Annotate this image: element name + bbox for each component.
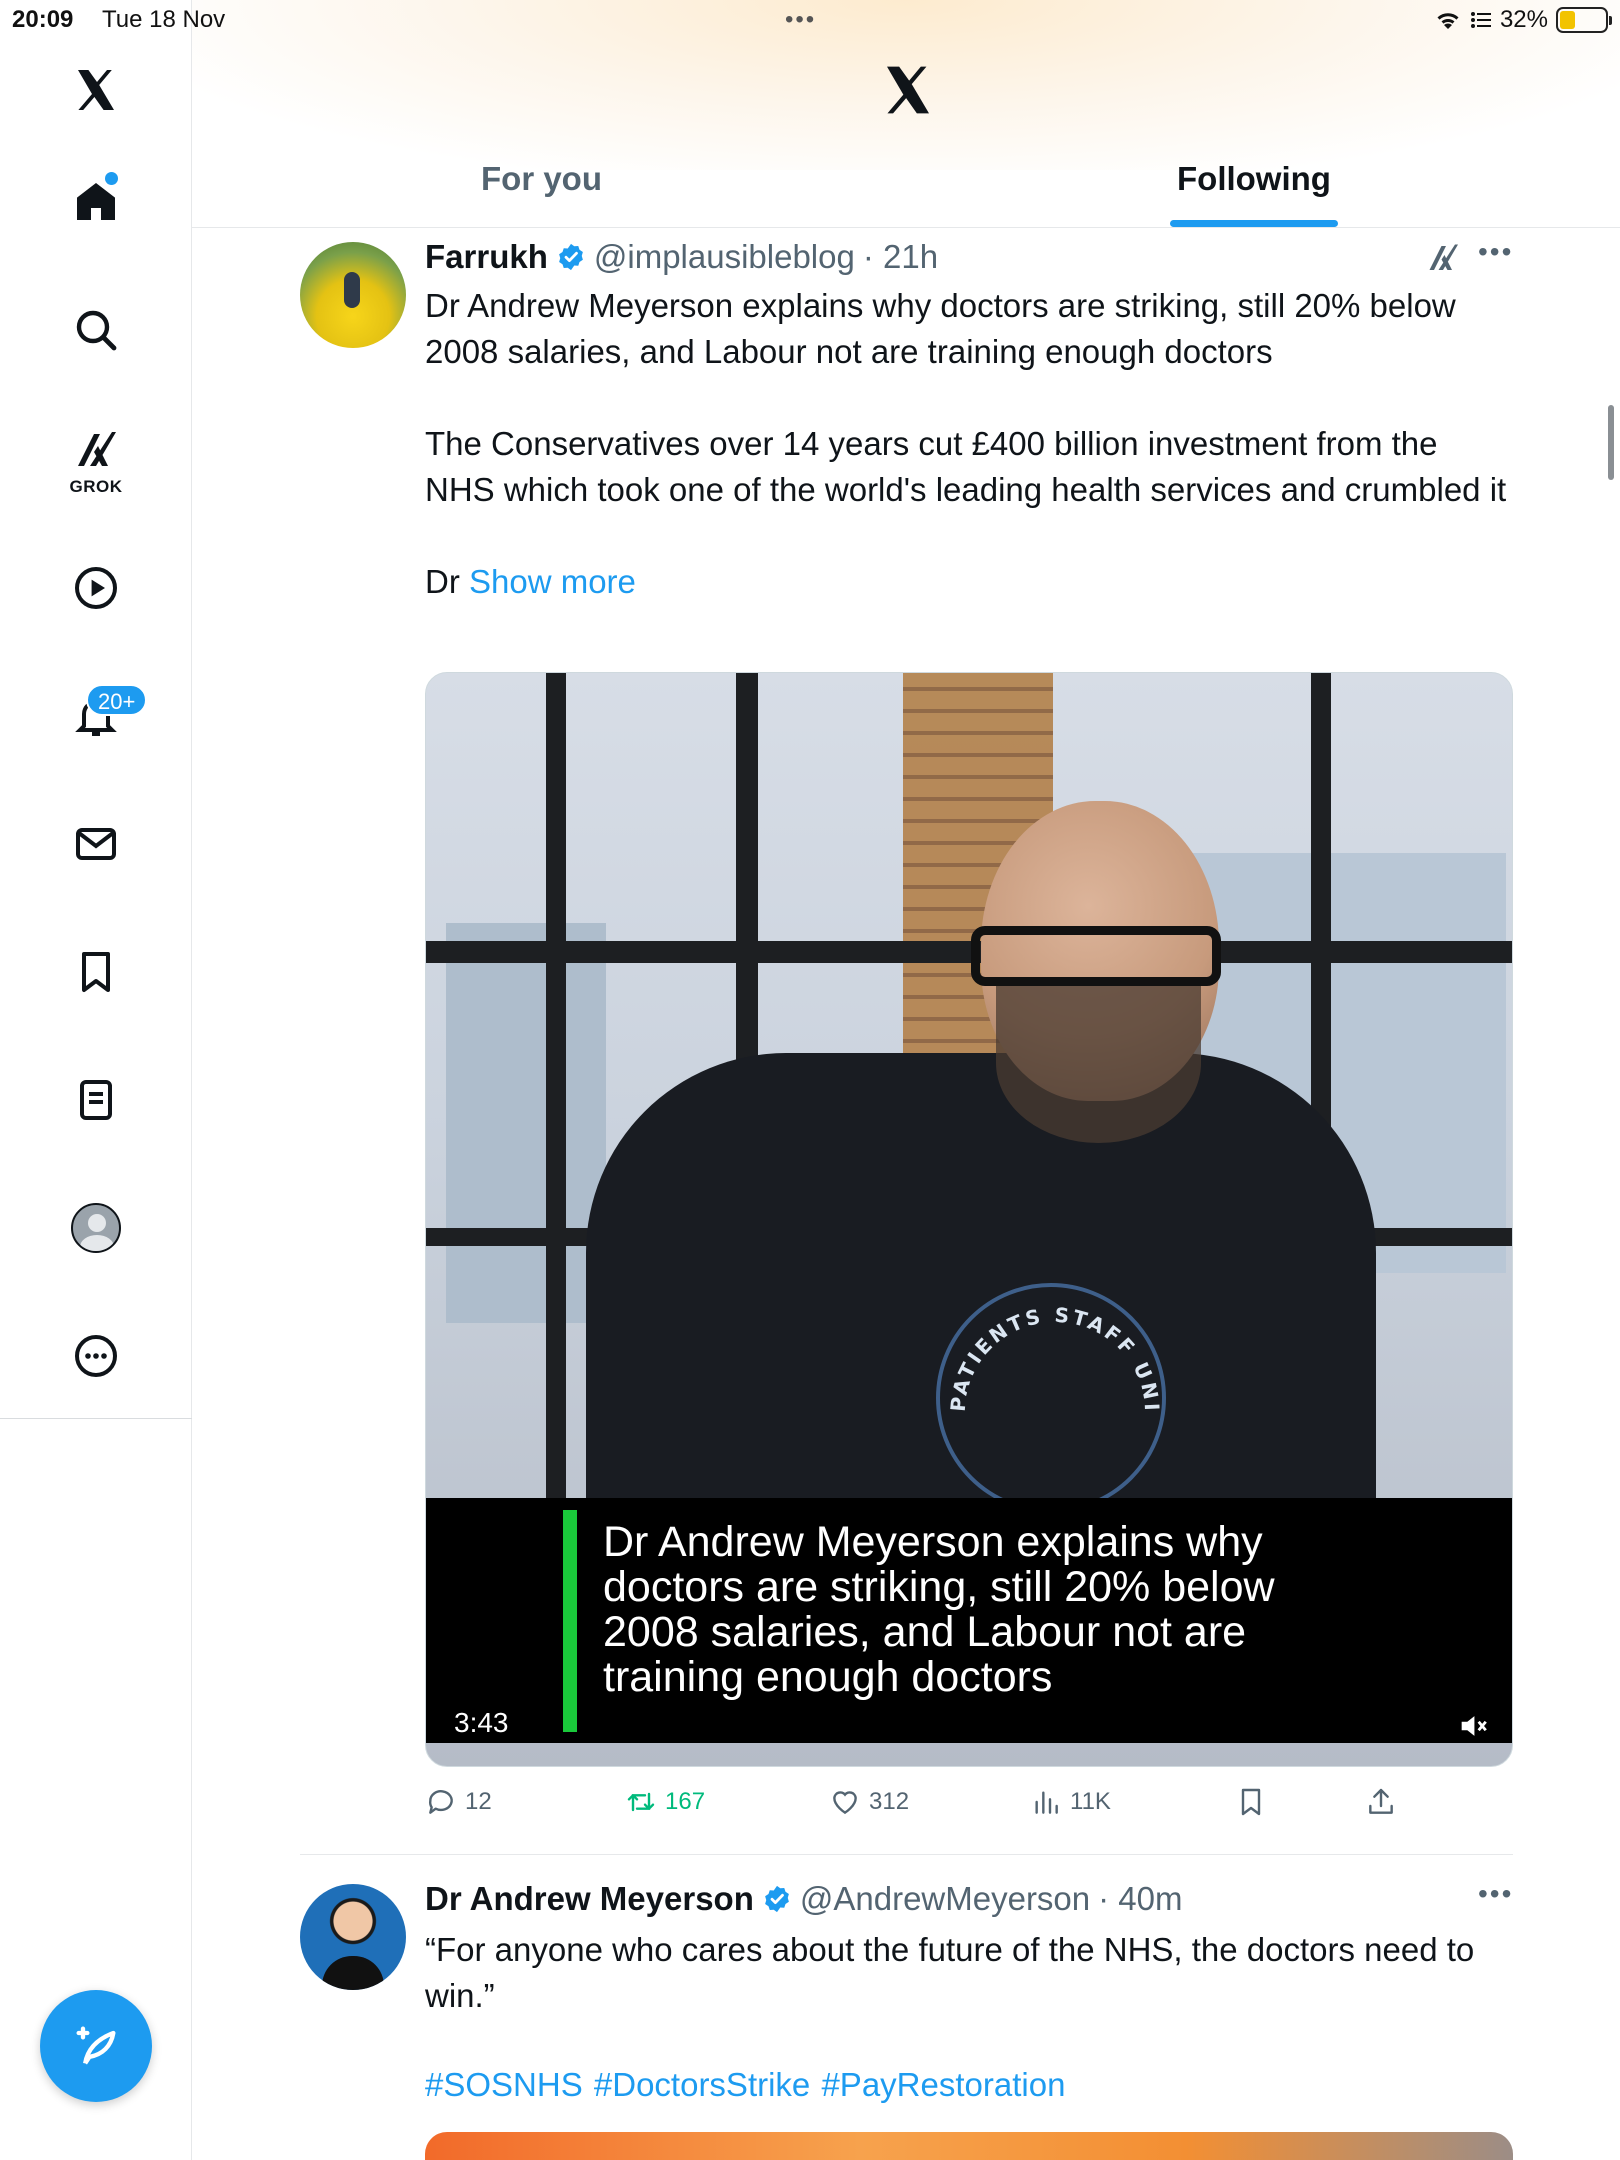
retweet-icon [627, 1792, 655, 1812]
sidebar: GROK 20+ [0, 0, 192, 2160]
share-button[interactable] [1365, 1786, 1397, 1818]
video-player[interactable]: PATIENTS STAFF UNITED FOR THE Dr Andrew … [425, 672, 1513, 1767]
status-time: 20:09 [12, 6, 74, 33]
tweet-text-truncated: Dr [425, 563, 469, 600]
like-button[interactable]: 312 [829, 1786, 909, 1818]
tab-following[interactable]: Following [1177, 160, 1331, 198]
header-border [192, 227, 1620, 228]
reply-icon [428, 1790, 453, 1814]
tweet-author-handle[interactable]: @AndrewMeyerson [800, 1880, 1090, 1918]
wifi-icon [1437, 13, 1459, 29]
tweet-media-preview[interactable] [425, 2132, 1513, 2160]
x-logo-icon[interactable] [56, 50, 136, 130]
tweet-header: Dr Andrew Meyerson @AndrewMeyerson · 40m [425, 1880, 1183, 1918]
more-options-icon[interactable]: ••• [1478, 1878, 1513, 1910]
tweet-text-paragraph: The Conservatives over 14 years cut £400… [425, 425, 1507, 508]
bookmark-button[interactable] [1235, 1786, 1267, 1818]
tweet-text-paragraph: Dr Show more [425, 559, 1515, 605]
tweet-author-name[interactable]: Dr Andrew Meyerson [425, 1880, 754, 1918]
reply-button[interactable]: 12 [425, 1786, 492, 1818]
verified-badge-icon [764, 1885, 789, 1913]
tab-for-you[interactable]: For you [481, 160, 602, 198]
verified-badge-icon [559, 243, 583, 271]
status-right: 32% [1434, 6, 1612, 34]
tweet-time[interactable]: · 40m [1098, 1880, 1182, 1918]
caption-accent-bar [563, 1510, 577, 1732]
more-options-icon[interactable]: ••• [1478, 236, 1513, 268]
profile-icon[interactable] [56, 1188, 136, 1268]
views-chart-icon [1035, 1791, 1058, 1814]
shirt-text: PATIENTS STAFF UNITED FOR THE [930, 1268, 1161, 1414]
window-frame [546, 673, 566, 1498]
video-caption-bar: Dr Andrew Meyerson explains why doctors … [426, 1498, 1512, 1743]
tweet-text: Dr Andrew Meyerson explains why doctors … [425, 283, 1515, 605]
bookmark-icon[interactable] [56, 932, 136, 1012]
tweet-actions: 12 167 312 11K [425, 1786, 1513, 1830]
tweet-divider [300, 1854, 1513, 1855]
shirt-logo: PATIENTS STAFF UNITED FOR THE [930, 1268, 1166, 1513]
background-buildings [446, 923, 606, 1323]
retweet-button[interactable]: 167 [625, 1786, 705, 1818]
status-date: Tue 18 Nov [102, 6, 226, 33]
retweet-count: 167 [665, 1788, 706, 1815]
home-icon[interactable] [56, 162, 136, 242]
tweet-text-paragraph: Dr Andrew Meyerson explains why doctors … [425, 287, 1456, 370]
views-count: 11K [1070, 1788, 1111, 1815]
more-circle-icon[interactable] [56, 1316, 136, 1396]
window-frame [426, 941, 1512, 963]
tweet-author-name[interactable]: Farrukh [425, 238, 548, 276]
home-unread-dot [105, 172, 118, 185]
mail-icon[interactable] [56, 804, 136, 884]
sidebar-divider [0, 1418, 192, 1419]
show-more-link[interactable]: Show more [469, 563, 636, 600]
x-header-logo-icon[interactable] [880, 62, 936, 118]
profile-avatar [71, 1203, 121, 1253]
bookmark-icon [1241, 1788, 1261, 1816]
share-icon [1369, 1788, 1393, 1814]
tweet-text: “For anyone who cares about the future o… [425, 1927, 1515, 2019]
compose-feather-icon [76, 2026, 116, 2065]
active-tab-indicator [1170, 220, 1338, 227]
list-icon[interactable] [56, 1060, 136, 1140]
like-count: 312 [869, 1788, 910, 1815]
video-duration: 3:43 [444, 1705, 519, 1741]
tweet-time[interactable]: · 21h [863, 238, 938, 276]
heart-icon [833, 1791, 857, 1815]
avatar[interactable] [300, 1884, 406, 1990]
speaker-beard [996, 983, 1201, 1143]
views-button[interactable]: 11K [1030, 1786, 1111, 1818]
search-icon[interactable] [56, 290, 136, 370]
grok-explain-icon[interactable] [1425, 240, 1461, 276]
multitasking-dots-icon[interactable]: ••• [785, 6, 816, 34]
tweet-author-handle[interactable]: @implausibleblog [594, 238, 855, 276]
hashtag-links[interactable]: #SOSNHS #DoctorsStrike #PayRestoration [425, 2066, 1065, 2104]
svg-text:PATIENTS STAFF UNITED FOR THE: PATIENTS STAFF UNITED FOR THE [940, 1287, 1164, 1414]
grok-label: GROK [69, 477, 123, 496]
battery-icon [1556, 7, 1612, 33]
mute-icon[interactable] [1456, 1709, 1490, 1743]
avatar[interactable] [300, 242, 406, 348]
reply-count: 12 [465, 1788, 492, 1815]
video-caption: Dr Andrew Meyerson explains why doctors … [603, 1518, 1275, 1701]
speaker-glasses [971, 926, 1221, 986]
compose-post-button[interactable] [40, 1990, 152, 2102]
battery-percent: 32% [1499, 6, 1548, 33]
notifications-badge: 20+ [86, 684, 148, 716]
status-bar: 20:09 Tue 18 Nov ••• 32% [0, 0, 1620, 40]
tweet-header: Farrukh @implausibleblog · 21h [425, 238, 938, 276]
focus-list-icon [1470, 12, 1491, 28]
scrollbar[interactable] [1608, 405, 1614, 480]
play-icon[interactable] [56, 548, 136, 628]
tweet-text-paragraph: “For anyone who cares about the future o… [425, 1931, 1475, 2014]
